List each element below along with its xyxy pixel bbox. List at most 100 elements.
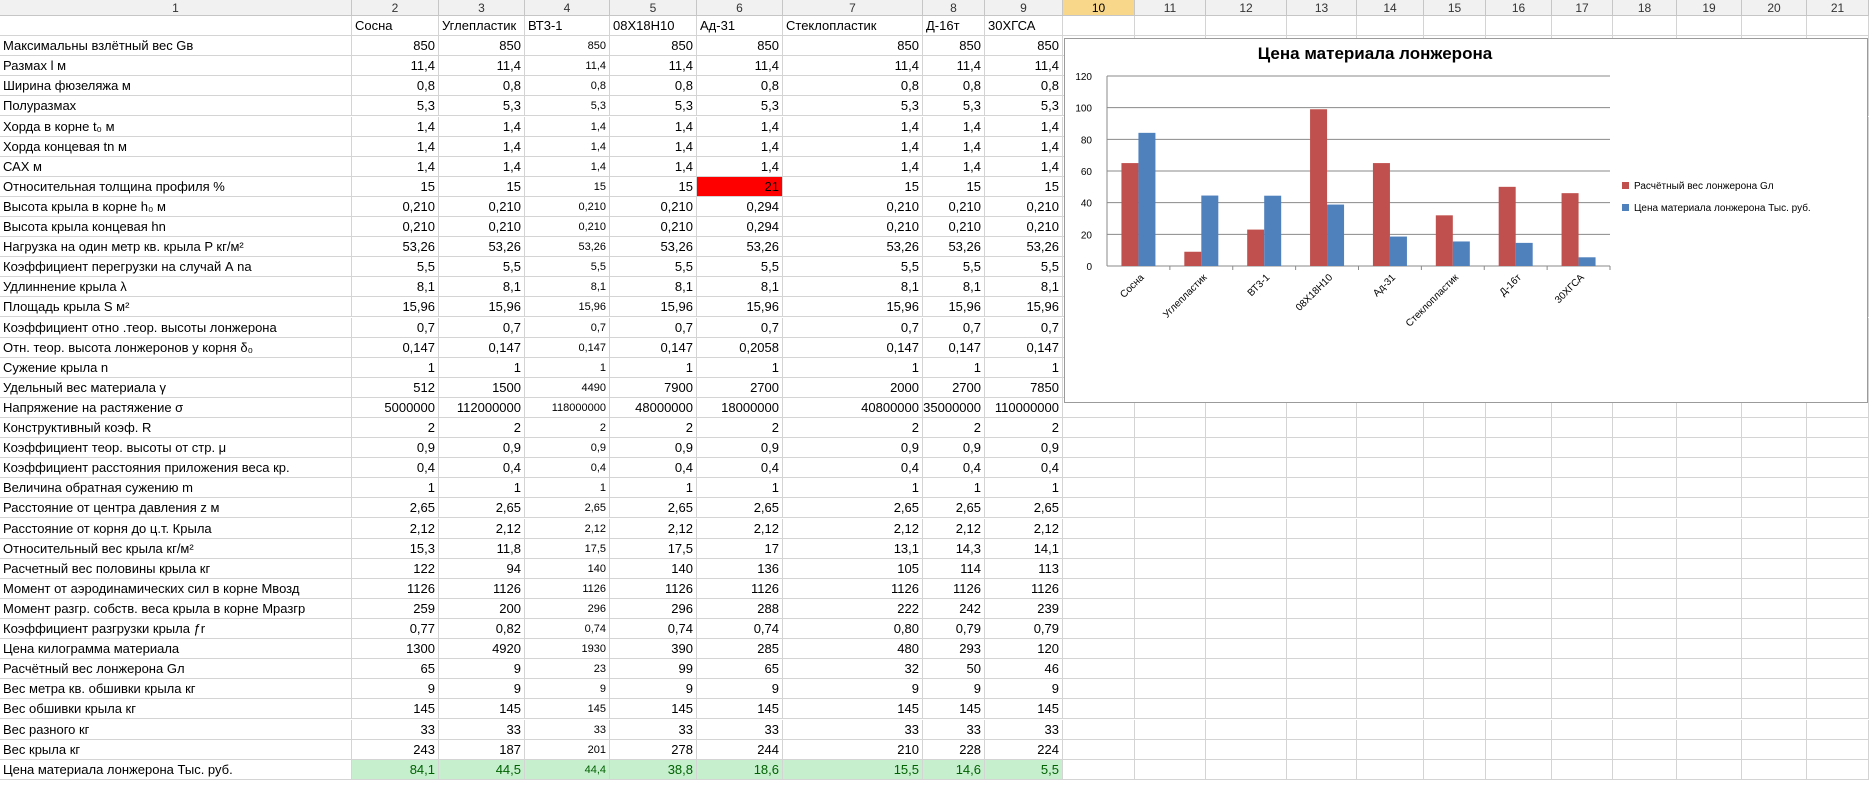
value-cell[interactable]: 110000000 — [985, 397, 1063, 418]
empty-cell[interactable] — [1357, 699, 1424, 720]
value-cell[interactable]: 0,4 — [352, 458, 439, 479]
value-cell[interactable]: 850 — [923, 36, 985, 57]
empty-cell[interactable] — [1552, 719, 1613, 740]
empty-cell[interactable] — [1552, 739, 1613, 760]
empty-cell[interactable] — [1206, 679, 1287, 700]
value-cell[interactable]: 850 — [697, 36, 783, 57]
column-header-16[interactable]: 16 — [1486, 0, 1552, 16]
empty-cell[interactable] — [1135, 679, 1206, 700]
value-cell[interactable]: 9 — [525, 679, 610, 700]
empty-cell[interactable] — [1287, 458, 1357, 479]
value-cell[interactable]: 11,4 — [923, 56, 985, 77]
value-cell[interactable]: 5,5 — [439, 257, 525, 278]
empty-cell[interactable] — [1807, 498, 1869, 519]
empty-cell[interactable] — [1063, 659, 1135, 680]
empty-cell[interactable] — [1135, 418, 1206, 439]
column-header-9[interactable]: 9 — [985, 0, 1063, 16]
value-cell[interactable]: 1,4 — [352, 136, 439, 157]
empty-cell[interactable] — [1613, 558, 1677, 579]
empty-cell[interactable] — [1807, 639, 1869, 660]
value-cell[interactable]: 8,1 — [783, 277, 923, 298]
empty-cell[interactable] — [1424, 759, 1486, 780]
row-label-cell[interactable]: Расстояние от корня до ц.т. Крыла — [0, 518, 352, 539]
empty-cell[interactable] — [1287, 498, 1357, 519]
empty-cell[interactable] — [1807, 659, 1869, 680]
column-header-5[interactable]: 5 — [610, 0, 697, 16]
empty-cell[interactable] — [1135, 458, 1206, 479]
value-cell[interactable]: 1126 — [985, 578, 1063, 599]
empty-cell[interactable] — [1287, 679, 1357, 700]
empty-cell[interactable] — [1613, 498, 1677, 519]
value-cell[interactable]: 1 — [923, 478, 985, 499]
empty-cell[interactable] — [1063, 739, 1135, 760]
empty-cell[interactable] — [1357, 438, 1424, 459]
value-cell[interactable]: 0,9 — [697, 438, 783, 459]
value-cell[interactable]: 0,82 — [439, 619, 525, 640]
empty-cell[interactable] — [1677, 639, 1742, 660]
empty-cell[interactable] — [1063, 438, 1135, 459]
value-cell[interactable]: 2,65 — [697, 498, 783, 519]
value-cell[interactable]: 23 — [525, 659, 610, 680]
value-cell[interactable]: 1,4 — [525, 136, 610, 157]
empty-cell[interactable] — [1206, 438, 1287, 459]
empty-cell[interactable] — [1486, 759, 1552, 780]
value-cell[interactable]: 2,12 — [525, 518, 610, 539]
value-cell[interactable]: 44,5 — [439, 759, 525, 780]
empty-cell[interactable] — [1357, 518, 1424, 539]
value-cell[interactable]: 145 — [697, 699, 783, 720]
value-cell[interactable]: 5,3 — [439, 96, 525, 117]
empty-cell[interactable] — [1357, 498, 1424, 519]
value-cell[interactable]: 1,4 — [439, 116, 525, 137]
value-cell[interactable]: 259 — [352, 598, 439, 619]
empty-cell[interactable] — [1613, 478, 1677, 499]
value-cell[interactable]: 53,26 — [985, 237, 1063, 258]
empty-cell[interactable] — [1677, 739, 1742, 760]
value-cell[interactable]: 0,210 — [783, 217, 923, 238]
row-label-cell[interactable]: Конструктивный коэф. R — [0, 418, 352, 439]
value-cell[interactable]: 5,3 — [783, 96, 923, 117]
empty-cell[interactable] — [1742, 578, 1807, 599]
value-cell[interactable]: 9 — [352, 679, 439, 700]
column-header-11[interactable]: 11 — [1135, 0, 1206, 16]
empty-cell[interactable] — [1357, 639, 1424, 660]
empty-cell[interactable] — [1424, 619, 1486, 640]
empty-cell[interactable] — [1424, 639, 1486, 660]
value-cell[interactable]: 1126 — [923, 578, 985, 599]
empty-cell[interactable] — [1613, 679, 1677, 700]
row-label-cell[interactable]: Коэффициент расстояния приложения веса к… — [0, 458, 352, 479]
empty-cell[interactable] — [1613, 458, 1677, 479]
empty-cell[interactable] — [1287, 438, 1357, 459]
empty-cell[interactable] — [1552, 639, 1613, 660]
value-cell[interactable]: 1126 — [697, 578, 783, 599]
value-cell[interactable]: 0,7 — [439, 317, 525, 338]
value-cell[interactable]: 1,4 — [923, 136, 985, 157]
value-cell[interactable]: 5,5 — [783, 257, 923, 278]
row-label-cell[interactable]: Хорда концевая tn м — [0, 136, 352, 157]
empty-cell[interactable] — [1742, 759, 1807, 780]
value-cell[interactable]: 850 — [610, 36, 697, 57]
value-cell[interactable]: 11,4 — [352, 56, 439, 77]
empty-cell[interactable] — [1063, 538, 1135, 559]
value-cell[interactable]: 480 — [783, 639, 923, 660]
empty-cell[interactable] — [1807, 538, 1869, 559]
empty-cell[interactable] — [1677, 16, 1742, 37]
value-cell[interactable]: 0,210 — [525, 196, 610, 217]
empty-cell[interactable] — [1552, 679, 1613, 700]
value-cell[interactable]: 145 — [923, 699, 985, 720]
value-cell[interactable]: 32 — [783, 659, 923, 680]
value-cell[interactable]: 0,8 — [352, 76, 439, 97]
empty-cell[interactable] — [1486, 578, 1552, 599]
row-label-cell[interactable]: Хорда в корне t₀ м — [0, 116, 352, 137]
value-cell[interactable]: 0,4 — [697, 458, 783, 479]
row-label-cell[interactable]: Вес обшивки крыла кг — [0, 699, 352, 720]
value-cell[interactable]: 390 — [610, 639, 697, 660]
empty-cell[interactable] — [1552, 458, 1613, 479]
row-label-cell[interactable]: Коэффициент разгрузки крыла ƒr — [0, 619, 352, 640]
empty-cell[interactable] — [1135, 498, 1206, 519]
value-cell[interactable]: 4490 — [525, 377, 610, 398]
row-label-cell[interactable]: Вес разного кг — [0, 719, 352, 740]
row-label-cell[interactable]: Момент разгр. собств. веса крыла в корне… — [0, 598, 352, 619]
value-cell[interactable]: 118000000 — [525, 397, 610, 418]
empty-cell[interactable] — [1552, 438, 1613, 459]
value-cell[interactable]: 7900 — [610, 377, 697, 398]
